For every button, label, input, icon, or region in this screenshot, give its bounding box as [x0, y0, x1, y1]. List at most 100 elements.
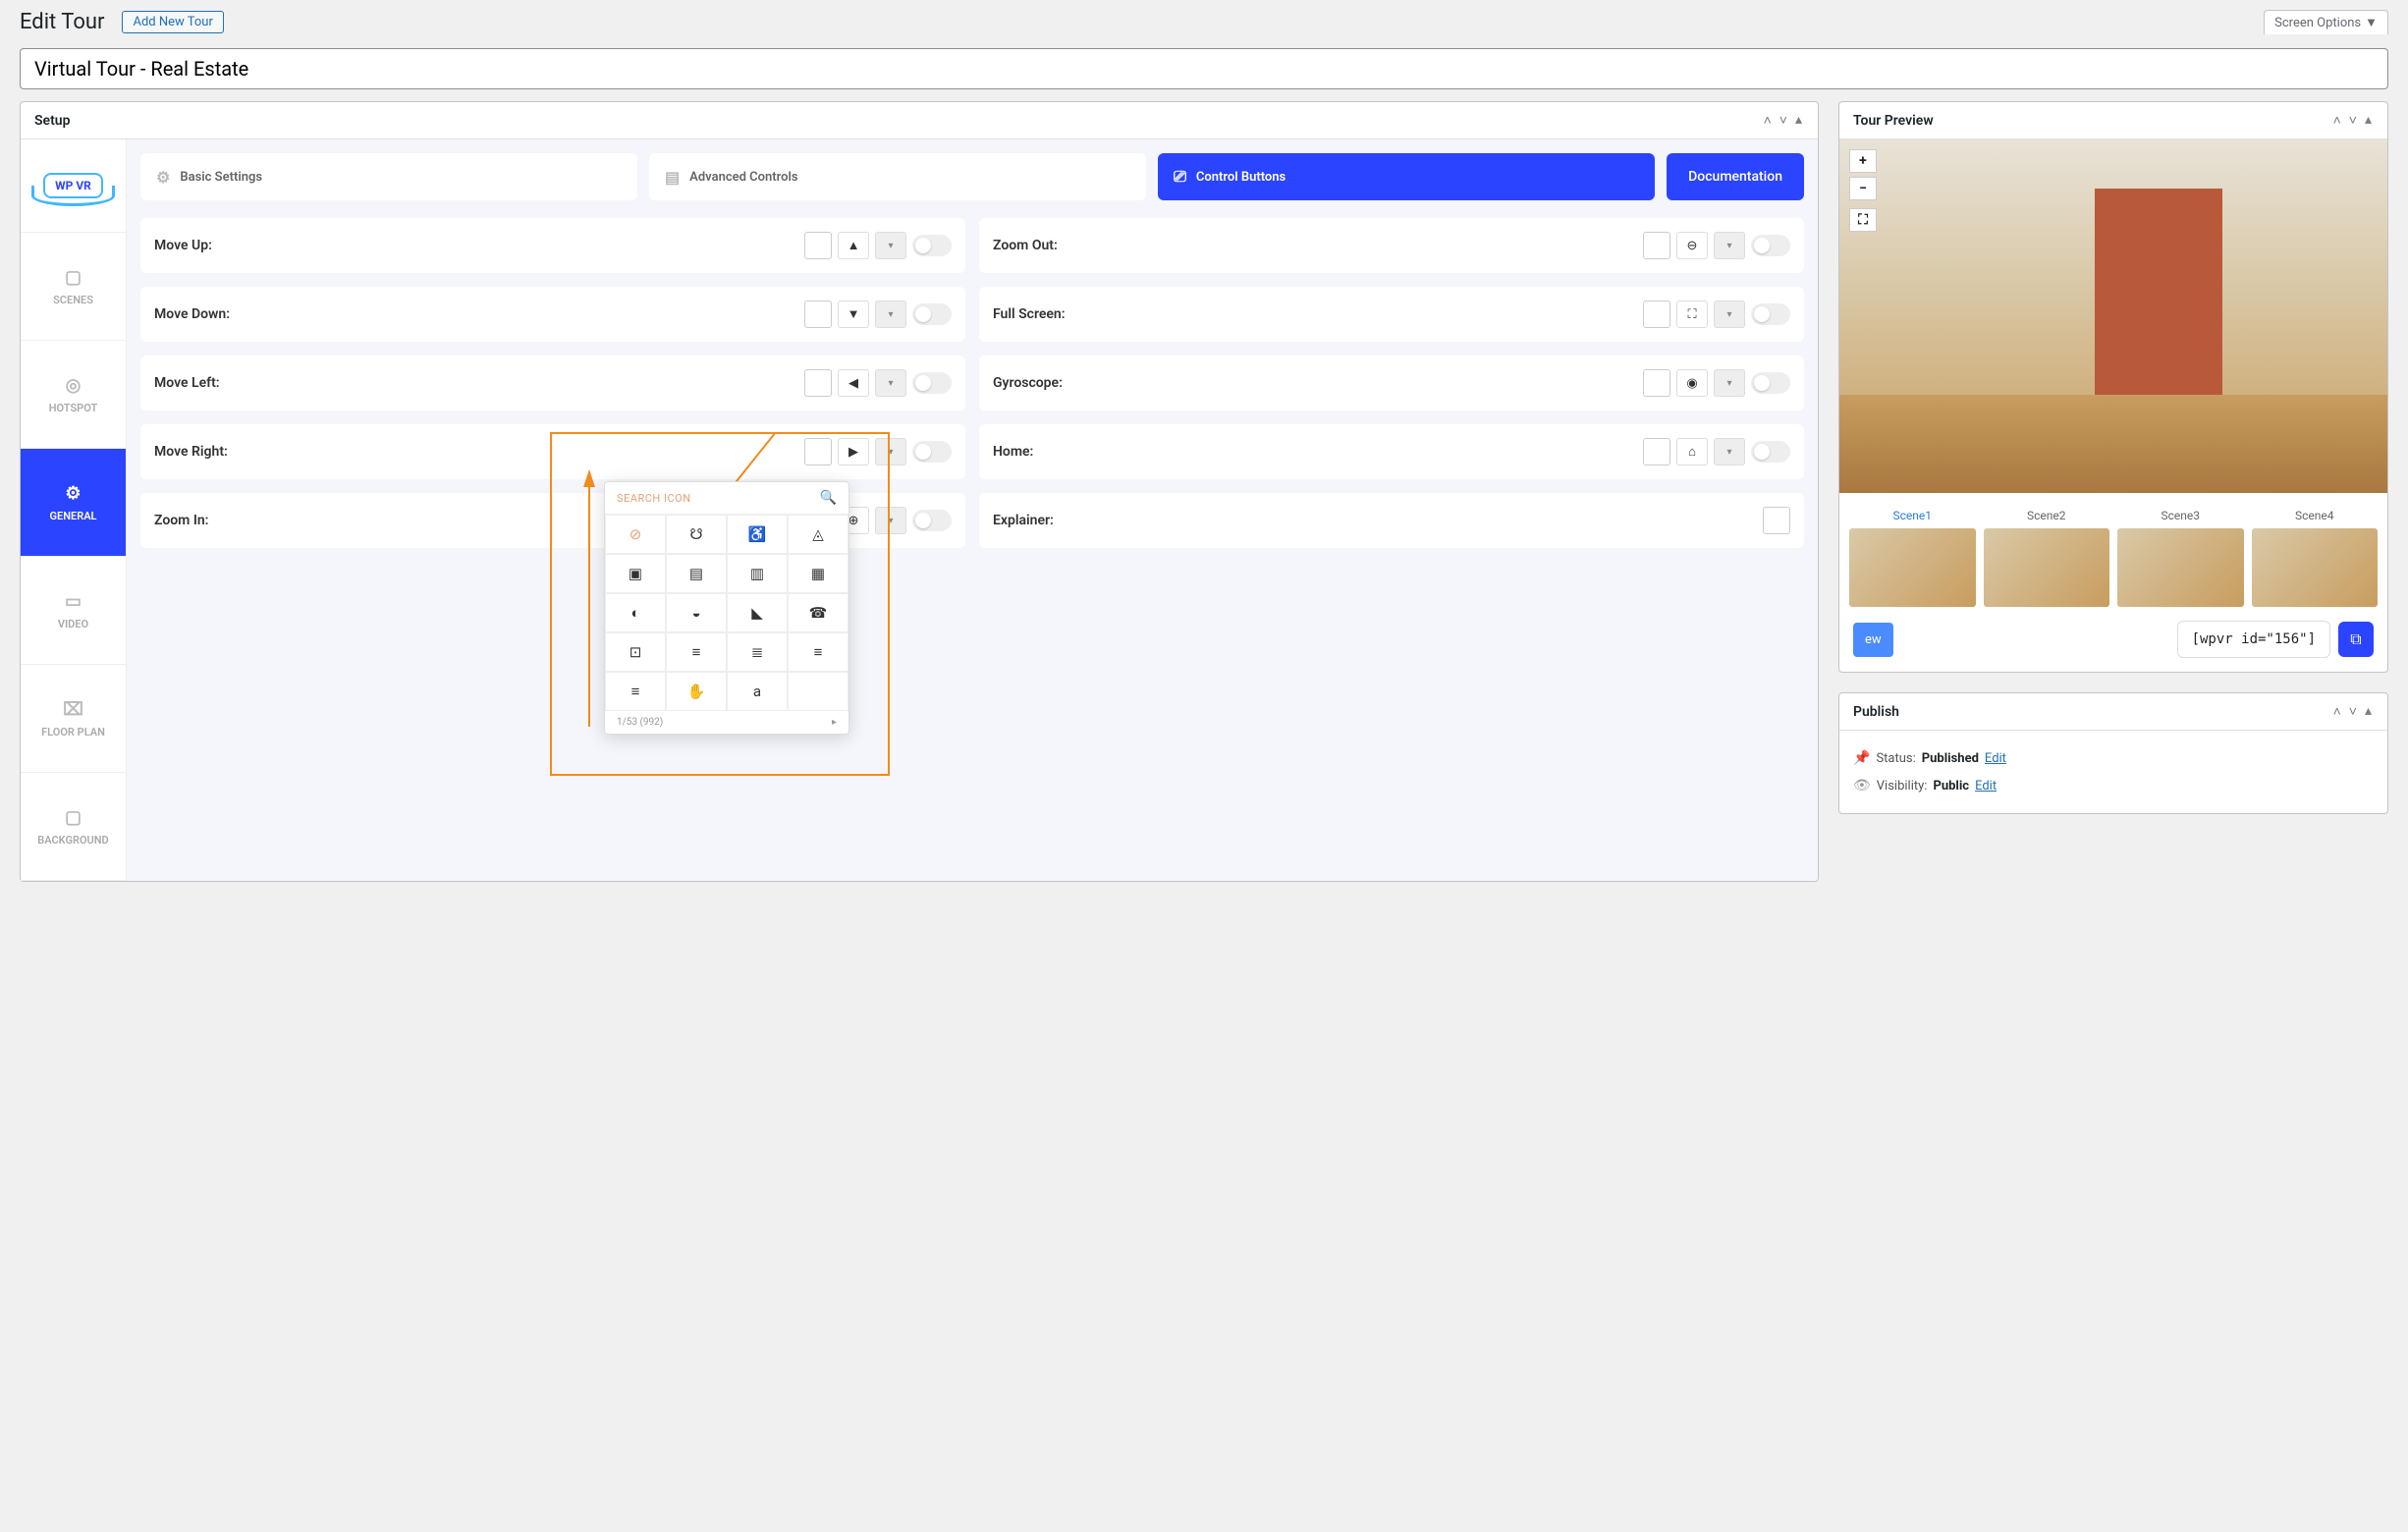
sidebar-item-scenes[interactable]: ▢ SCENES	[21, 233, 126, 341]
icon-option[interactable]: ◐	[605, 593, 666, 632]
panel-collapse-icon[interactable]: ▴	[2363, 112, 2374, 129]
icon-option[interactable]: ⊡	[605, 632, 666, 672]
icon-option[interactable]: ⊘	[605, 515, 666, 554]
icon-option[interactable]: ≡	[605, 672, 666, 711]
chevron-right-icon[interactable]: ▶	[838, 438, 869, 465]
minus-circle-icon[interactable]: ⊖	[1676, 232, 1708, 259]
panel-down-icon[interactable]: ˅	[1778, 112, 1789, 129]
color-box[interactable]	[1643, 232, 1670, 259]
tour-title-input[interactable]	[20, 48, 2388, 89]
add-new-tour-button[interactable]: Add New Tour	[122, 11, 223, 33]
chevron-left-icon[interactable]: ◀	[838, 369, 869, 397]
icon-option[interactable]	[788, 672, 848, 711]
icon-option[interactable]: ▥	[727, 554, 788, 593]
icon-option[interactable]: ▣	[605, 554, 666, 593]
screen-options-button[interactable]: Screen Options ▼	[2264, 10, 2388, 34]
dropdown-button[interactable]: ▾	[1714, 232, 1745, 259]
control-move-up: Move Up: ▲ ▾	[140, 218, 965, 273]
dropdown-button[interactable]: ▾	[1714, 301, 1745, 328]
icon-option[interactable]: ☎	[788, 593, 848, 632]
panel-up-icon[interactable]: ˄	[1762, 112, 1774, 129]
dropdown-button[interactable]: ▾	[1714, 438, 1745, 465]
panel-down-icon[interactable]: ˅	[2347, 703, 2359, 720]
fullscreen-icon[interactable]: ⛶	[1676, 301, 1708, 328]
toggle-switch[interactable]	[912, 441, 952, 463]
status-label: Status:	[1876, 751, 1915, 766]
color-box[interactable]	[804, 232, 832, 259]
toggle-switch[interactable]	[912, 303, 952, 325]
chevron-up-icon[interactable]: ▲	[838, 232, 869, 259]
edit-visibility-link[interactable]: Edit	[1975, 779, 1997, 793]
panel-down-icon[interactable]: ˅	[2347, 112, 2359, 129]
toggle-switch[interactable]	[912, 372, 952, 394]
dropdown-button[interactable]: ▾	[875, 301, 906, 328]
color-box[interactable]	[1763, 507, 1790, 534]
panel-collapse-icon[interactable]: ▴	[2363, 703, 2374, 720]
color-box[interactable]	[804, 301, 832, 328]
scene-thumb-2[interactable]: Scene2	[1984, 503, 2110, 607]
zoom-out-button[interactable]: −	[1849, 177, 1877, 200]
icon-option[interactable]: ▦	[788, 554, 848, 593]
dropdown-button[interactable]: ▾	[875, 507, 906, 534]
chevron-down-icon[interactable]: ▼	[838, 301, 869, 328]
scene-thumb-3[interactable]: Scene3	[2117, 503, 2244, 607]
sidebar-item-label: FLOOR PLAN	[41, 726, 105, 739]
color-box[interactable]	[1643, 438, 1670, 465]
color-box[interactable]	[1643, 301, 1670, 328]
icon-option[interactable]: ≣	[727, 632, 788, 672]
sidebar-item-general[interactable]: ⚙ GENERAL	[21, 449, 126, 557]
tab-advanced-controls[interactable]: ▤ Advanced Controls	[649, 153, 1146, 200]
panel-collapse-icon[interactable]: ▴	[1793, 112, 1804, 129]
panel-up-icon[interactable]: ˄	[2331, 112, 2343, 129]
sidebar-item-hotspot[interactable]: ◎ HOTSPOT	[21, 341, 126, 449]
toggle-switch[interactable]	[1751, 441, 1790, 463]
toggle-switch[interactable]	[1751, 235, 1790, 256]
zoom-in-button[interactable]: +	[1849, 149, 1877, 173]
sidebar-item-video[interactable]: ▭ VIDEO	[21, 557, 126, 665]
gear-icon: ⚙	[65, 483, 81, 504]
toggle-switch[interactable]	[1751, 303, 1790, 325]
icon-option[interactable]: ♿	[727, 515, 788, 554]
scene-thumb-4[interactable]: Scene4	[2252, 503, 2379, 607]
tab-basic-settings[interactable]: ⚙ Basic Settings	[140, 153, 637, 200]
dropdown-button[interactable]: ▾	[875, 438, 906, 465]
icon-option[interactable]: ☋	[666, 515, 727, 554]
toggle-switch[interactable]	[912, 510, 952, 531]
tab-control-buttons[interactable]: ⎚ Control Buttons	[1158, 153, 1655, 200]
sidebar-item-background[interactable]: ▢ BACKGROUND	[21, 773, 126, 881]
icon-option[interactable]: ≡	[666, 632, 727, 672]
publish-panel-title: Publish	[1853, 704, 1899, 720]
fullscreen-button[interactable]: ⛶	[1849, 208, 1877, 232]
icon-search-input[interactable]	[617, 492, 820, 505]
record-icon[interactable]: ◉	[1676, 369, 1708, 397]
icon-option[interactable]: a	[727, 672, 788, 711]
dropdown-button[interactable]: ▾	[1714, 369, 1745, 397]
dropdown-button[interactable]: ▾	[875, 232, 906, 259]
scene-thumb-1[interactable]: Scene1	[1849, 503, 1976, 607]
icon-option[interactable]: ▤	[666, 554, 727, 593]
copy-shortcode-button[interactable]: ⧉	[2338, 622, 2374, 657]
icon-option[interactable]: ✋	[666, 672, 727, 711]
sidebar-item-label: HOTSPOT	[49, 402, 98, 414]
map-icon: ⌧	[63, 699, 83, 720]
color-box[interactable]	[1643, 369, 1670, 397]
color-box[interactable]	[804, 369, 832, 397]
icon-option[interactable]: ◣	[727, 593, 788, 632]
icon-picker-next[interactable]: ▸	[832, 717, 837, 728]
panel-up-icon[interactable]: ˄	[2331, 703, 2343, 720]
color-box[interactable]	[804, 438, 832, 465]
toggle-switch[interactable]	[912, 235, 952, 256]
icon-option[interactable]: ◬	[788, 515, 848, 554]
screen-options-label: Screen Options	[2274, 16, 2361, 30]
icon-option[interactable]: ≡	[788, 632, 848, 672]
home-icon[interactable]: ⌂	[1676, 438, 1708, 465]
documentation-button[interactable]: Documentation	[1667, 153, 1804, 200]
panorama-preview[interactable]: + − ⛶	[1839, 139, 2387, 493]
sidebar-item-floor-plan[interactable]: ⌧ FLOOR PLAN	[21, 665, 126, 773]
dropdown-button[interactable]: ▾	[875, 369, 906, 397]
icon-option[interactable]: ◒	[666, 593, 727, 632]
icon-picker-count: 1/53 (992)	[617, 717, 663, 728]
preview-button[interactable]: ew	[1853, 623, 1893, 657]
edit-status-link[interactable]: Edit	[1985, 751, 2006, 766]
toggle-switch[interactable]	[1751, 372, 1790, 394]
